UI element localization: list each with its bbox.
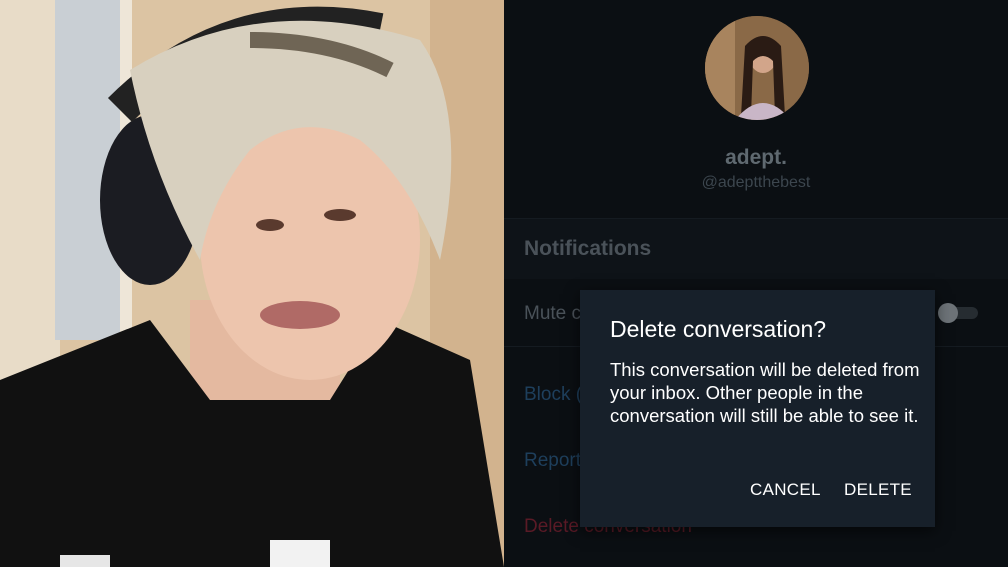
display-name: adept. [725, 146, 787, 169]
notifications-title: Notifications [524, 237, 652, 260]
report-user-link[interactable]: Report [524, 450, 581, 472]
toggle-knob [938, 303, 958, 323]
mute-conversation-label[interactable]: Mute c [524, 303, 581, 325]
delete-conversation-dialog: Delete conversation? This conversation w… [580, 290, 935, 527]
delete-button[interactable]: DELETE [844, 480, 912, 500]
user-handle: @adeptthebest [701, 174, 811, 191]
block-user-link[interactable]: Block ( [524, 384, 582, 406]
mute-toggle[interactable] [938, 303, 978, 323]
cancel-button[interactable]: CANCEL [750, 480, 821, 500]
dialog-title: Delete conversation? [610, 316, 827, 342]
avatar[interactable] [705, 16, 809, 120]
dialog-message: This conversation will be deleted from y… [610, 359, 920, 426]
webcam-image [0, 0, 504, 567]
